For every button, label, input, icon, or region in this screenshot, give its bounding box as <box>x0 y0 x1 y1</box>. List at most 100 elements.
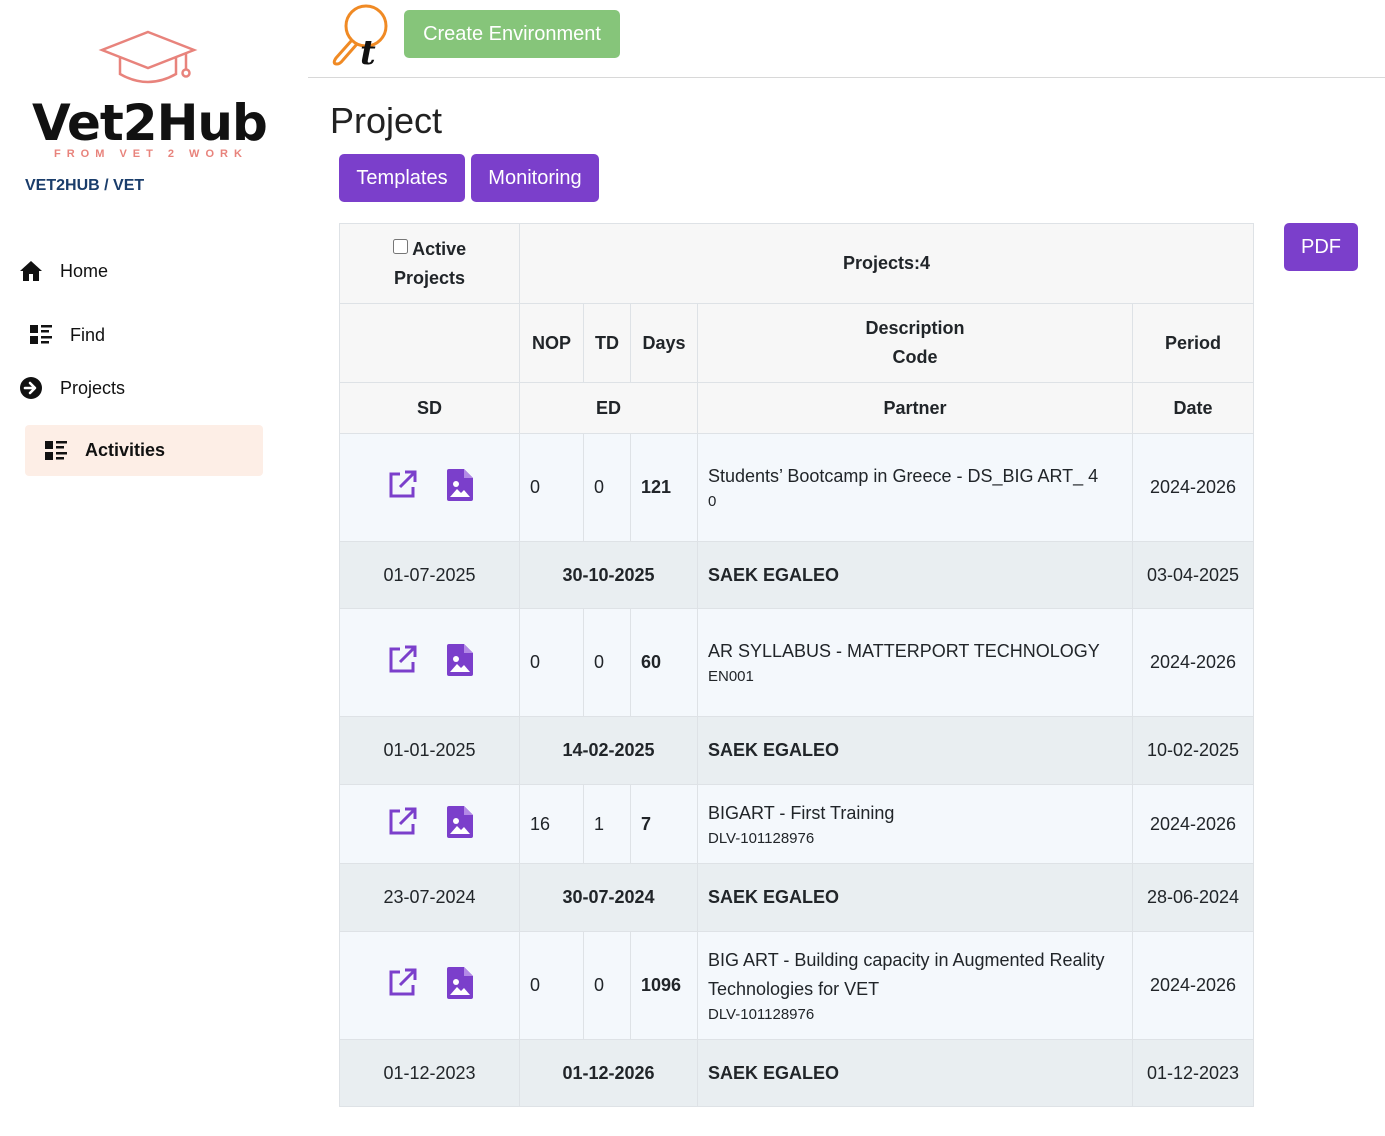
code-text: EN001 <box>708 668 754 685</box>
partner-cell: SAEK EGALEO <box>697 863 1133 932</box>
end-date-cell: 30-07-2024 <box>519 863 698 932</box>
open-external-icon[interactable] <box>386 967 418 1004</box>
pdf-button[interactable]: PDF <box>1284 223 1358 271</box>
table-row: 16 1 7 BIGART - First Training DLV-10112… <box>339 784 1254 864</box>
td-cell: 0 <box>583 608 631 717</box>
table-row: 0 0 121 Students’ Bootcamp in Greece - D… <box>339 433 1254 542</box>
header-date: Date <box>1132 382 1254 434</box>
start-date-cell: 01-07-2025 <box>339 541 520 609</box>
description-cell: BIGART - First Training DLV-101128976 <box>697 784 1133 864</box>
partner-cell: SAEK EGALEO <box>697 716 1133 785</box>
end-date-cell: 30-10-2025 <box>519 541 698 609</box>
arrow-circle-right-icon <box>18 375 44 401</box>
svg-text:t: t <box>360 33 376 68</box>
table-row: 01-12-2023 01-12-2026 SAEK EGALEO 01-12-… <box>339 1039 1254 1107</box>
monitoring-button[interactable]: Monitoring <box>471 154 599 202</box>
description-cell: BIG ART - Building capacity in Augmented… <box>697 931 1133 1040</box>
create-environment-button[interactable]: Create Environment <box>404 10 620 58</box>
date-cell: 10-02-2025 <box>1132 716 1254 785</box>
breadcrumb[interactable]: VET2HUB / VET <box>25 177 144 195</box>
code-text: DLV-101128976 <box>708 1005 815 1023</box>
partner-cell: SAEK EGALEO <box>697 1039 1133 1107</box>
partner-cell: SAEK EGALEO <box>697 541 1133 609</box>
open-external-icon[interactable] <box>386 469 418 506</box>
active-label: Active <box>412 238 467 259</box>
header-ed: ED <box>519 382 698 434</box>
start-date-cell: 01-12-2023 <box>339 1039 520 1107</box>
description-text: Students’ Bootcamp in Greece - DS_BIG AR… <box>708 466 1099 486</box>
period-cell: 2024-2026 <box>1132 784 1254 864</box>
open-external-icon[interactable] <box>386 644 418 681</box>
end-date-cell: 14-02-2025 <box>519 716 698 785</box>
days-cell: 121 <box>630 433 698 542</box>
date-cell: 28-06-2024 <box>1132 863 1254 932</box>
row-actions <box>339 931 520 1040</box>
date-cell: 03-04-2025 <box>1132 541 1254 609</box>
nop-cell: 0 <box>519 931 584 1040</box>
table-header-row: SD ED Partner Date <box>339 382 1254 434</box>
graduation-cap-icon <box>98 30 198 84</box>
page-title: Project <box>330 100 443 141</box>
sidebar-item-find[interactable]: Find <box>28 322 105 348</box>
td-cell: 1 <box>583 784 631 864</box>
logo-text: Vet2Hub <box>32 94 268 152</box>
table-header-row: NOP TD Days Description Code Period <box>339 303 1254 383</box>
image-file-icon[interactable] <box>447 805 473 843</box>
active-projects-checkbox[interactable] <box>392 238 408 254</box>
code-text: 0 <box>708 493 717 510</box>
days-cell: 1096 <box>630 931 698 1040</box>
templates-button[interactable]: Templates <box>339 154 465 202</box>
sidebar-item-label: Home <box>60 260 109 281</box>
header-empty <box>339 303 520 383</box>
sidebar-item-home[interactable]: Home <box>18 258 108 284</box>
nop-cell: 16 <box>519 784 584 864</box>
row-actions <box>339 608 520 717</box>
header-sd: SD <box>339 382 520 434</box>
brand-magnifier-icon[interactable]: t <box>330 2 394 73</box>
projects-label: Projects <box>393 267 466 288</box>
header-partner: Partner <box>697 382 1133 434</box>
top-bar: t Create Environment <box>308 0 1385 78</box>
header-description-code: Description Code <box>697 303 1133 383</box>
description-text: AR SYLLABUS - MATTERPORT TECHNOLOGY <box>708 641 1100 661</box>
td-cell: 0 <box>583 433 631 542</box>
description-cell: Students’ Bootcamp in Greece - DS_BIG AR… <box>697 433 1133 542</box>
vet2hub-logo[interactable]: Vet2Hub FROM VET 2 WORK <box>30 28 270 163</box>
logo-tagline: FROM VET 2 WORK <box>54 148 248 160</box>
open-external-icon[interactable] <box>386 806 418 843</box>
image-file-icon[interactable] <box>447 469 473 506</box>
image-file-icon[interactable] <box>447 644 473 681</box>
start-date-cell: 23-07-2024 <box>339 863 520 932</box>
image-file-icon[interactable] <box>447 967 473 1004</box>
sidebar-item-activities[interactable]: Activities <box>25 425 263 476</box>
table-row: 0 0 60 AR SYLLABUS - MATTERPORT TECHNOLO… <box>339 608 1254 717</box>
sidebar-item-projects[interactable]: Projects <box>18 375 125 401</box>
table-row: 01-01-2025 14-02-2025 SAEK EGALEO 10-02-… <box>339 716 1254 785</box>
date-cell: 01-12-2023 <box>1132 1039 1254 1107</box>
table-row: 23-07-2024 30-07-2024 SAEK EGALEO 28-06-… <box>339 863 1254 932</box>
active-projects-filter: Active Projects <box>339 223 520 304</box>
code-text: DLV-101128976 <box>708 829 815 847</box>
period-cell: 2024-2026 <box>1132 433 1254 542</box>
home-icon <box>18 258 44 284</box>
description-text: BIGART - First Training <box>708 802 895 823</box>
header-code: Code <box>892 347 938 367</box>
start-date-cell: 01-01-2025 <box>339 716 520 785</box>
end-date-cell: 01-12-2026 <box>519 1039 698 1107</box>
td-cell: 0 <box>583 931 631 1040</box>
sidebar-item-label: Find <box>70 324 106 345</box>
period-cell: 2024-2026 <box>1132 608 1254 717</box>
days-cell: 60 <box>630 608 698 717</box>
nop-cell: 0 <box>519 608 584 717</box>
list-icon <box>43 438 69 464</box>
header-days: Days <box>630 303 698 383</box>
description-text: BIG ART - Building capacity in Augmented… <box>708 949 1105 999</box>
projects-count: Projects:4 <box>519 223 1254 304</box>
row-actions <box>339 433 520 542</box>
projects-table: Active Projects Projects:4 NOP TD Days D… <box>339 223 1254 1107</box>
header-td: TD <box>583 303 631 383</box>
table-row: 01-07-2025 30-10-2025 SAEK EGALEO 03-04-… <box>339 541 1254 609</box>
table-header-row: Active Projects Projects:4 <box>339 223 1254 304</box>
sidebar-item-label: Projects <box>60 377 126 398</box>
period-cell: 2024-2026 <box>1132 931 1254 1040</box>
